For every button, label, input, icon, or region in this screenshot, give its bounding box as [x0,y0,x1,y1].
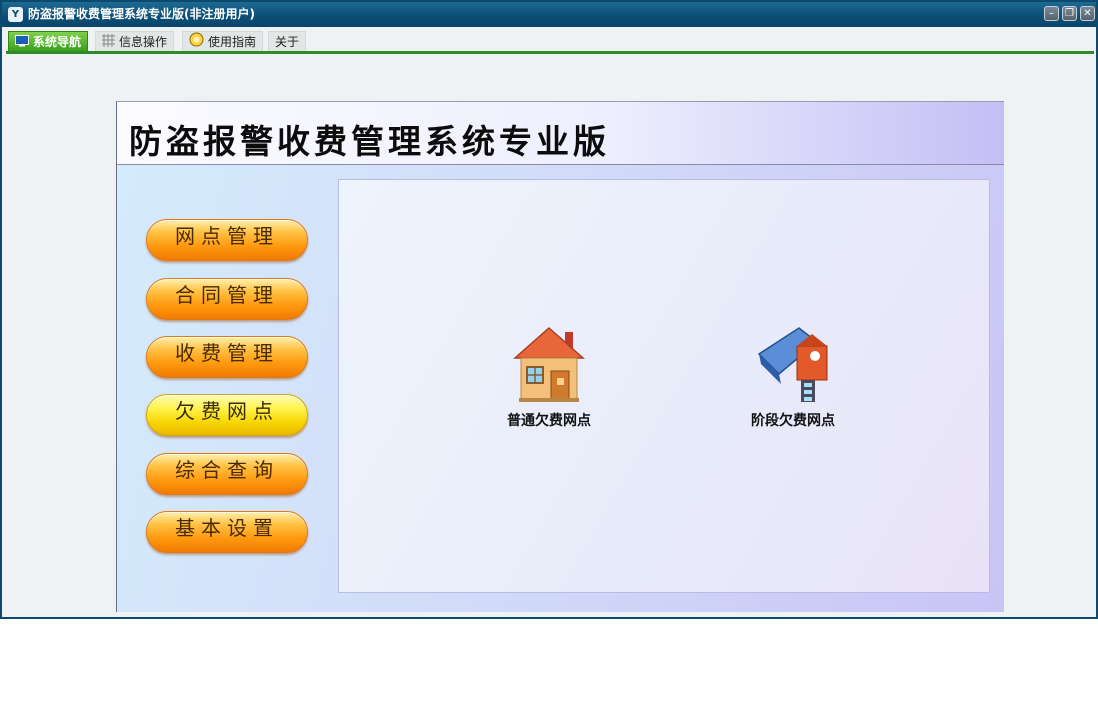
tab-system-navigation[interactable]: 系统导航 [8,31,89,53]
tab-label: 关于 [275,35,300,49]
banner-title: 防盗报警收费管理系统专业版 [129,122,610,161]
header-banner: 防盗报警收费管理系统专业版 [117,102,1004,165]
sidebar-item-outlet-management[interactable]: 网点管理 [146,219,308,261]
tile-normal-arrears-outlets[interactable]: 普通欠费网点 [479,326,619,430]
tile-label: 普通欠费网点 [507,413,591,429]
main-window: Y 防盗报警收费管理系统专业版(非注册用户) – ❐ ✕ 系统导航 信息操作 使… [0,0,1098,619]
building-stage-icon [723,326,863,404]
tab-divider [6,51,1094,54]
tab-info-operation[interactable]: 信息操作 [95,31,175,53]
tab-about[interactable]: 关于 [268,31,307,51]
sidebar-item-arrears-outlets[interactable]: 欠费网点 [146,394,308,436]
navigation-board: 防盗报警收费管理系统专业版 网点管理 合同管理 收费管理 欠费网点 综合查询 基… [116,101,1004,612]
sidebar-item-contract-management[interactable]: 合同管理 [146,278,308,320]
tab-user-guide[interactable]: 使用指南 [182,31,264,53]
sidebar-item-fee-management[interactable]: 收费管理 [146,336,308,378]
sidebar-item-label: 收费管理 [175,341,279,365]
tab-label: 信息操作 [119,35,168,49]
sidebar-item-label: 基本设置 [175,516,279,540]
minimize-button[interactable]: – [1044,6,1059,21]
grid-icon [102,33,115,53]
window-title: 防盗报警收费管理系统专业版(非注册用户) [28,7,255,21]
restore-button[interactable]: ❐ [1062,6,1077,21]
sidebar-item-label: 网点管理 [175,224,279,248]
monitor-icon [15,33,29,53]
tile-stage-arrears-outlets[interactable]: 阶段欠费网点 [723,326,863,430]
tab-label: 使用指南 [208,35,257,49]
title-bar[interactable]: Y 防盗报警收费管理系统专业版(非注册用户) – ❐ ✕ [2,2,1096,27]
help-icon [189,32,204,53]
tab-bar: 系统导航 信息操作 使用指南 关于 [2,27,1096,53]
app-logo-icon: Y [8,7,23,22]
sidebar-item-basic-settings[interactable]: 基本设置 [146,511,308,553]
content-panel: 普通欠费网点 阶段欠费网点 [338,179,990,593]
sidebar-item-label: 欠费网点 [175,399,279,423]
sidebar-item-label: 合同管理 [175,283,279,307]
tab-label: 系统导航 [33,35,82,49]
tile-label: 阶段欠费网点 [751,413,835,429]
close-button[interactable]: ✕ [1080,6,1095,21]
sidebar-item-label: 综合查询 [175,458,279,482]
sidebar-item-comprehensive-query[interactable]: 综合查询 [146,453,308,495]
house-icon [479,326,619,404]
